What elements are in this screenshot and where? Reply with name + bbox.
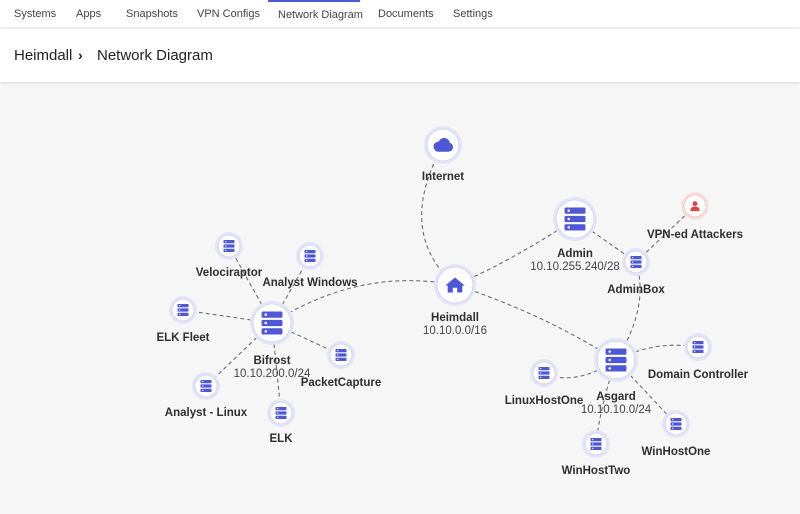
- page-title: Network Diagram: [97, 47, 213, 64]
- tab-apps[interactable]: Apps: [66, 0, 111, 28]
- node-label: LinuxHostOne: [505, 395, 584, 407]
- server-icon: [223, 239, 235, 253]
- network-diagram[interactable]: Internet Heimdall 10.10.0.0/16 Admin 10.10.2…: [0, 82, 800, 514]
- server-icon: [304, 249, 316, 263]
- server-icon: [177, 303, 189, 317]
- server-icon: [692, 340, 704, 354]
- node-velociraptor[interactable]: Velociraptor: [196, 232, 263, 279]
- chevron-right-icon: ›: [78, 47, 83, 63]
- node-label: AdminBox: [607, 284, 665, 296]
- node-linuxhostone[interactable]: LinuxHostOne: [505, 359, 584, 407]
- node-packetcapture[interactable]: PacketCapture: [301, 341, 382, 389]
- server-icon: [261, 311, 283, 335]
- server-icon: [275, 406, 287, 420]
- node-asgard[interactable]: Asgard10.10.10.0/24: [581, 338, 652, 416]
- server-icon: [590, 437, 602, 451]
- node-internet[interactable]: Internet: [422, 126, 464, 183]
- node-label: Velociraptor: [196, 267, 263, 279]
- node-subnet: 10.10.200.0/24: [234, 368, 311, 380]
- node-subnet: 10.10.0.0/16: [423, 325, 487, 337]
- tab-documents[interactable]: Documents: [368, 0, 444, 28]
- breadcrumb-root[interactable]: Heimdall: [14, 29, 72, 82]
- node-label: ELK: [270, 433, 294, 445]
- tab-network-diagram[interactable]: Network Diagram: [268, 0, 363, 30]
- node-label: Bifrost: [253, 355, 290, 367]
- node-elkfleet[interactable]: ELK Fleet: [156, 296, 210, 344]
- edge-heimdall-asgard: [454, 284, 617, 361]
- node-label: Analyst - Linux: [165, 407, 248, 419]
- node-label: Analyst Windows: [262, 277, 357, 289]
- tab-settings[interactable]: Settings: [443, 0, 503, 28]
- node-analystwin[interactable]: Analyst Windows: [262, 242, 358, 289]
- node-label: Internet: [422, 171, 464, 183]
- server-icon: [200, 379, 212, 393]
- server-icon: [335, 348, 347, 362]
- node-winhosttwo[interactable]: WinHostTwo: [562, 430, 631, 477]
- tab-vpn-configs[interactable]: VPN Configs: [187, 0, 270, 28]
- node-subnet: 10.10.10.0/24: [581, 404, 652, 416]
- server-icon: [538, 366, 550, 380]
- node-label: Asgard: [596, 391, 636, 403]
- node-label: Admin: [557, 248, 593, 260]
- node-label: WinHostOne: [642, 446, 711, 458]
- network-diagram-canvas[interactable]: InternetHeimdall10.10.0.0/16Admin10.10.2…: [0, 82, 800, 514]
- server-icon: [670, 417, 682, 431]
- tab-systems[interactable]: Systems: [4, 0, 66, 28]
- node-label: WinHostTwo: [562, 465, 631, 477]
- node-dc[interactable]: Domain Controller: [648, 333, 749, 381]
- node-label: Heimdall: [431, 312, 479, 324]
- node-winhostone[interactable]: WinHostOne: [642, 410, 711, 458]
- node-elk[interactable]: ELK: [267, 399, 295, 445]
- page-header: Heimdall › Network Diagram: [0, 29, 800, 82]
- server-icon: [630, 255, 642, 269]
- node-label: ELK Fleet: [156, 332, 209, 344]
- top-nav: Systems Apps Snapshots VPN Configs Netwo…: [0, 0, 800, 28]
- node-label: PacketCapture: [301, 377, 382, 389]
- tab-snapshots[interactable]: Snapshots: [116, 0, 188, 28]
- node-vpn[interactable]: VPN-ed Attackers: [647, 192, 743, 241]
- node-bifrost[interactable]: Bifrost10.10.200.0/24: [234, 301, 311, 380]
- node-subnet: 10.10.255.240/28: [530, 261, 620, 273]
- server-icon: [564, 207, 586, 231]
- node-admin[interactable]: Admin10.10.255.240/28: [530, 197, 620, 273]
- server-icon: [605, 348, 627, 372]
- edge-internet-heimdall: [421, 144, 456, 286]
- node-label: Domain Controller: [648, 369, 749, 381]
- node-label: VPN-ed Attackers: [647, 229, 743, 241]
